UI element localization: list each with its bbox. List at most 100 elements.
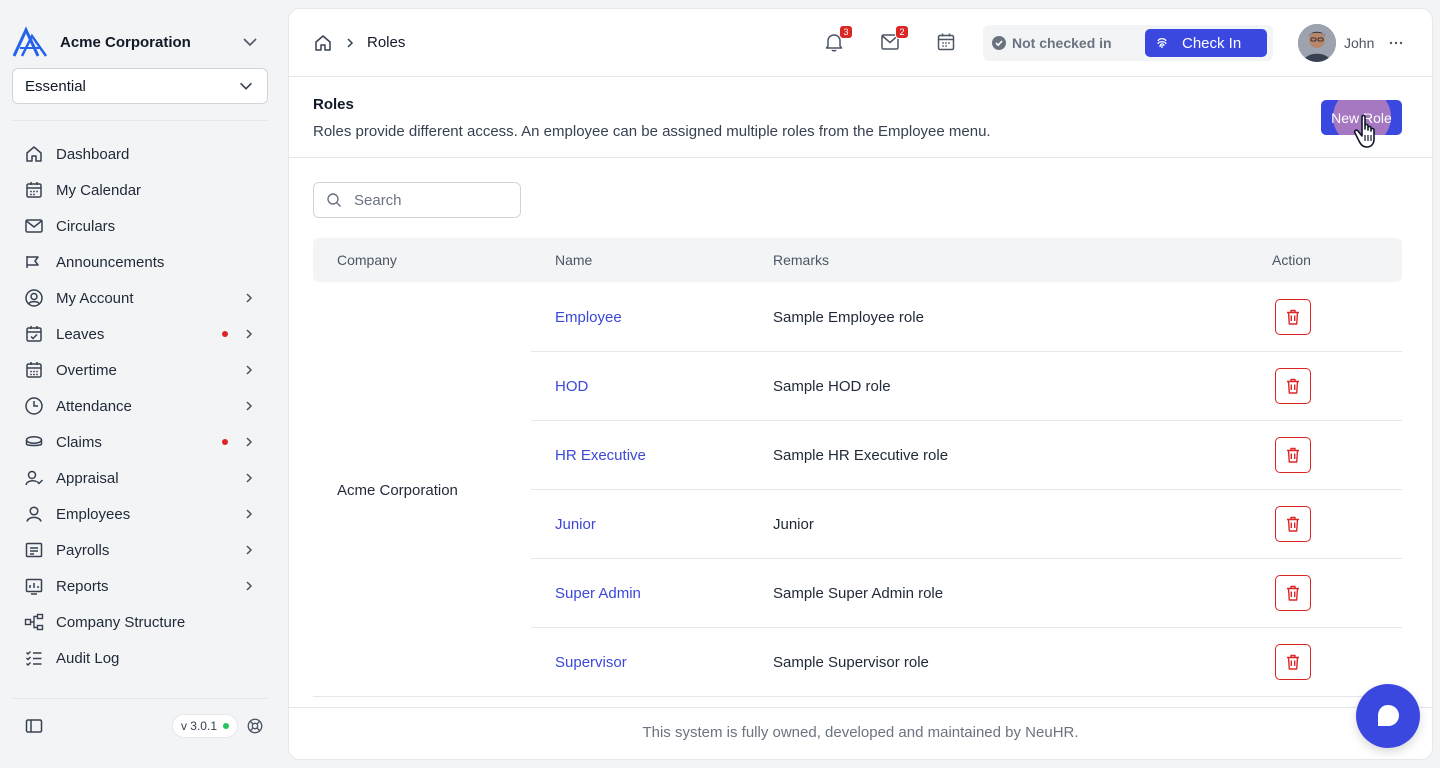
user-menu[interactable]: John — [1298, 24, 1404, 62]
sidebar-item-overtime[interactable]: Overtime — [12, 352, 268, 388]
delete-role-button[interactable] — [1275, 575, 1311, 611]
sidebar-toggle-icon[interactable] — [24, 716, 44, 736]
sidebar-item-label: Attendance — [56, 397, 132, 415]
user-avatar-icon — [1298, 24, 1336, 62]
chevron-down-icon — [240, 82, 252, 90]
coins-icon — [25, 436, 43, 447]
sidebar: Acme Corporation Essential Dashboard My … — [0, 0, 280, 768]
hierarchy-icon — [24, 613, 44, 631]
role-remarks: Sample Super Admin role — [773, 585, 944, 602]
header-company: Company — [337, 252, 397, 268]
role-name-link[interactable]: Supervisor — [555, 654, 627, 671]
home-icon[interactable] — [313, 33, 333, 53]
role-name-link[interactable]: HR Executive — [555, 447, 646, 464]
sidebar-item-circulars[interactable]: Circulars — [12, 208, 268, 244]
sidebar-divider — [12, 120, 268, 121]
sidebar-item-label: Appraisal — [56, 469, 119, 487]
chevron-down-icon[interactable] — [240, 32, 260, 52]
sidebar-item-label: Employees — [56, 505, 131, 523]
search-field[interactable] — [313, 182, 521, 218]
delete-role-button[interactable] — [1275, 644, 1311, 680]
role-name-link[interactable]: Employee — [555, 309, 622, 326]
company-cell: Acme Corporation — [337, 482, 458, 499]
chevron-right-icon — [246, 473, 253, 483]
sidebar-item-label: My Account — [56, 289, 134, 307]
user-check-icon — [25, 470, 44, 486]
table-header: Company Name Remarks Action — [313, 238, 1402, 282]
trash-icon — [1287, 378, 1299, 394]
more-horizontal-icon[interactable] — [1388, 35, 1404, 51]
breadcrumb-current: Roles — [367, 34, 406, 51]
sidebar-item-leaves[interactable]: Leaves — [12, 316, 268, 352]
search-input[interactable] — [354, 191, 504, 209]
notification-dot — [222, 331, 228, 337]
trash-icon — [1287, 654, 1299, 670]
sidebar-item-payrolls[interactable]: Payrolls — [12, 532, 268, 568]
search-icon — [327, 193, 341, 207]
role-name-link[interactable]: HOD — [555, 378, 588, 395]
org-switcher[interactable]: Acme Corporation — [12, 26, 268, 58]
delete-role-button[interactable] — [1275, 437, 1311, 473]
sidebar-item-announcements[interactable]: Announcements — [12, 244, 268, 280]
trash-icon — [1287, 447, 1299, 463]
delete-role-button[interactable] — [1275, 299, 1311, 335]
version-badge: v 3.0.1 — [171, 714, 238, 738]
calendar-button[interactable] — [935, 31, 957, 53]
avatar[interactable] — [1298, 24, 1336, 62]
trash-icon — [1287, 309, 1299, 325]
table-row: HR Executive Sample HR Executive role — [531, 421, 1402, 490]
sidebar-item-reports[interactable]: Reports — [12, 568, 268, 604]
delete-role-button[interactable] — [1275, 368, 1311, 404]
hand-pointer-cursor-icon — [1353, 114, 1375, 148]
version-text: v 3.0.1 — [180, 719, 217, 733]
check-in-button[interactable]: Check In — [1145, 29, 1267, 57]
sidebar-item-label: My Calendar — [56, 181, 142, 199]
sidebar-item-employees[interactable]: Employees — [12, 496, 268, 532]
person-icon — [26, 506, 42, 522]
sidebar-item-my-calendar[interactable]: My Calendar — [12, 172, 268, 208]
sidebar-item-label: Payrolls — [56, 541, 110, 559]
sidebar-item-label: Company Structure — [56, 613, 186, 631]
sidebar-item-audit-log[interactable]: Audit Log — [12, 640, 268, 676]
chevron-right-icon — [347, 37, 354, 48]
footer: This system is fully owned, developed an… — [289, 707, 1432, 759]
table-row: Junior Junior — [531, 490, 1402, 559]
plan-select-value: Essential — [25, 77, 86, 95]
sidebar-item-appraisal[interactable]: Appraisal — [12, 460, 268, 496]
sidebar-item-my-account[interactable]: My Account — [12, 280, 268, 316]
main-panel: Roles 3 2 Not checked in Check In John R… — [288, 8, 1433, 760]
header-name: Name — [555, 252, 593, 268]
delete-role-button[interactable] — [1275, 506, 1311, 542]
sidebar-item-label: Announcements — [56, 253, 165, 271]
sidebar-item-label: Circulars — [56, 217, 116, 235]
page-title: Roles — [313, 96, 354, 113]
notifications-button[interactable]: 3 — [823, 25, 853, 53]
chat-bubble-icon — [1378, 705, 1399, 726]
role-remarks: Junior — [773, 516, 814, 533]
status-online-dot — [223, 723, 229, 729]
chevron-right-icon — [246, 401, 253, 411]
chevron-right-icon — [246, 509, 253, 519]
sidebar-item-company-structure[interactable]: Company Structure — [12, 604, 268, 640]
sidebar-footer: v 3.0.1 — [12, 710, 268, 742]
sidebar-item-dashboard[interactable]: Dashboard — [12, 136, 268, 172]
table-row: HOD Sample HOD role — [531, 352, 1402, 421]
chat-button[interactable] — [1356, 684, 1420, 748]
sidebar-item-attendance[interactable]: Attendance — [12, 388, 268, 424]
role-name-link[interactable]: Super Admin — [555, 585, 641, 602]
trash-icon — [1287, 516, 1299, 532]
sidebar-item-claims[interactable]: Claims — [12, 424, 268, 460]
check-in-label: Check In — [1182, 34, 1242, 52]
role-name-link[interactable]: Junior — [555, 516, 596, 533]
megaphone-icon — [26, 256, 39, 268]
home-icon — [26, 146, 42, 162]
plan-select[interactable]: Essential — [12, 68, 268, 104]
user-circle-icon — [25, 289, 43, 307]
sidebar-item-label: Claims — [56, 433, 102, 451]
inbox-button[interactable]: 2 — [879, 25, 909, 53]
support-lifebuoy-icon[interactable] — [246, 717, 264, 735]
payslip-icon — [25, 542, 43, 558]
chevron-right-icon — [246, 437, 253, 447]
table-row: Employee Sample Employee role — [531, 283, 1402, 352]
notification-dot — [222, 439, 228, 445]
